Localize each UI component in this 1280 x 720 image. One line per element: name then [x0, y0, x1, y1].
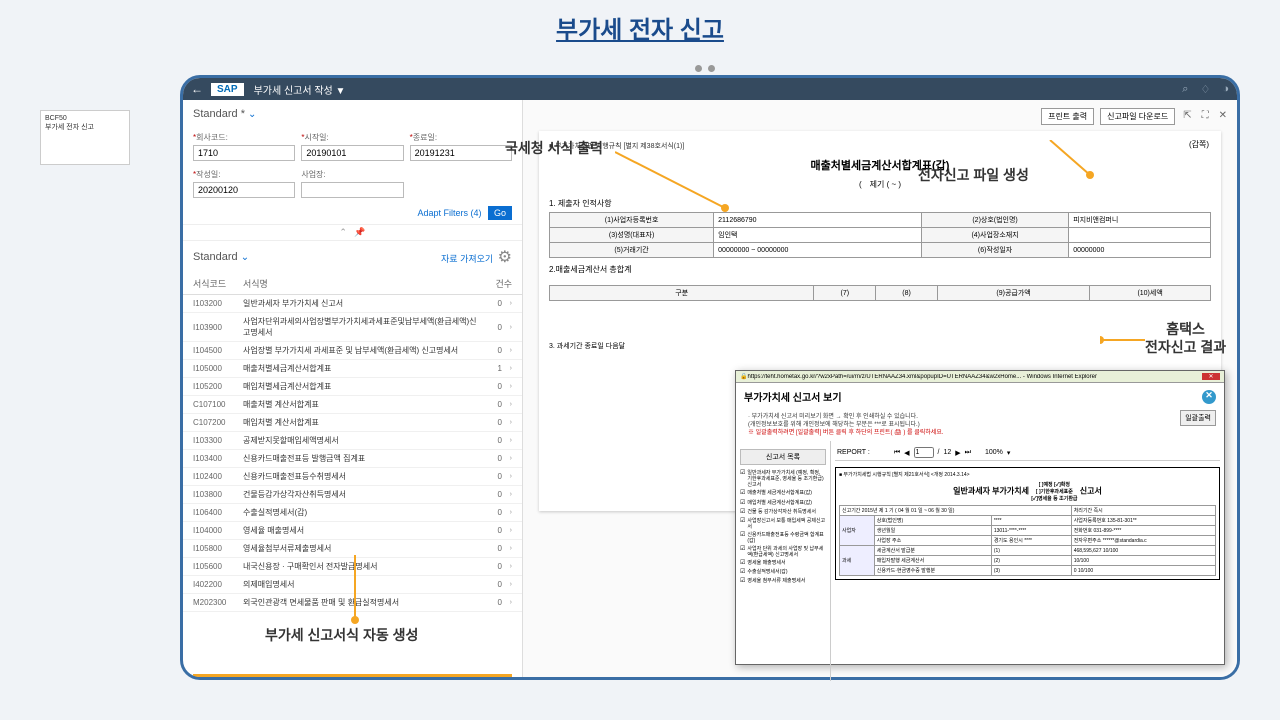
table-row[interactable]: I103800건물등감가상각자산취득명세서0›	[183, 486, 522, 504]
table-row[interactable]: I103900사업자단위과세의사업장별부가가치세과세표준및납부세액(환급세액)신…	[183, 313, 522, 342]
biz-label: 사업장:	[301, 169, 403, 180]
popup-close-icon[interactable]: ✕	[1202, 390, 1216, 404]
checklist-item[interactable]: ☑매입처별 세금계산서합계표(갑)	[740, 499, 826, 508]
gear-icon[interactable]: ⚙	[498, 249, 512, 266]
search-icon[interactable]: ⌕	[1182, 83, 1188, 96]
next-page-icon[interactable]: ▶	[955, 449, 960, 457]
sec1: 1. 제출자 인적사항	[549, 198, 1211, 209]
company-label: 회사코드:	[196, 133, 228, 142]
table-row[interactable]: I103300공제받지못할매입세액명세서0›	[183, 432, 522, 450]
callout-autogen: 부가세 신고서식 자동 생성	[265, 625, 418, 645]
frame-dots	[695, 65, 715, 72]
table-row[interactable]: I105600내국신용장 · 구매확인서 전자발급명세서0›	[183, 558, 522, 576]
last-page-icon[interactable]: ⏭	[965, 449, 971, 457]
table-row[interactable]: M202300외국인관광객 면세물품 판매 및 환급실적명세서0›	[183, 594, 522, 612]
table-row[interactable]: I103200일반과세자 부가가치세 신고서0›	[183, 295, 522, 313]
user-icon[interactable]: ◑	[1222, 83, 1229, 96]
table-row[interactable]: C107200매입처별 계산서합계표0›	[183, 414, 522, 432]
addr-bar: 🔒 https://teht.hometax.go.kr/?w2xPath=/u…	[736, 371, 1224, 383]
page-title: 부가세 전자 신고	[0, 0, 1280, 55]
hometax-popup: 🔒 https://teht.hometax.go.kr/?w2xPath=/u…	[735, 370, 1225, 665]
table-row[interactable]: I402200의제매입명세서0›	[183, 576, 522, 594]
doc-badge: (갑쪽)	[1189, 139, 1209, 150]
download-button[interactable]: 신고파일 다운로드	[1100, 108, 1175, 125]
start-input[interactable]	[301, 145, 403, 161]
checklist-item[interactable]: ☑영세율 매출명세서	[740, 559, 826, 568]
checklist-item[interactable]: ☑건물 등 감가상각자산 취득명세서	[740, 508, 826, 517]
highlight-bar	[193, 674, 512, 677]
thumbnail: BCF50 부가세 전자 신고	[40, 110, 130, 165]
doc-rule: ■ 부가가치세법 시행규칙 [별지 제38호서식(1)]	[549, 141, 1211, 151]
first-page-icon[interactable]: ⏮	[894, 449, 900, 457]
ht-notice1: · 부가가치세 신고서 미리보기 화면 → 확인 후 인쇄하실 수 있습니다.	[748, 414, 944, 422]
list-variant[interactable]: Standard ⌄	[193, 251, 249, 263]
variant-standard[interactable]: Standard * ⌄	[183, 100, 522, 128]
export-icon[interactable]: ⇱	[1181, 108, 1193, 125]
tax-form: ■ 부가가치세법 시행규칙 [별지 제21호서식] <개정 2014.3.14>…	[835, 467, 1220, 580]
topbar: ← SAP 부가세 신고서 작성 ▼ ⌕ ♢ ◑	[183, 78, 1237, 100]
start-label: 시작일:	[304, 133, 328, 142]
thumb-code: BCF50	[45, 115, 125, 122]
ht-warning: ※ 일괄출력하려면 [일괄출력] 버튼 클릭 후 하단의 프린트( 🖨 ) 를 …	[748, 430, 944, 438]
collapse-bar[interactable]: ⌃ 📌	[183, 224, 522, 241]
doc-title: 매출처별세금계산서합계표(갑)	[549, 157, 1211, 173]
go-button[interactable]: Go	[488, 206, 512, 220]
table-row[interactable]: I104500사업장별 부가가치세 과세표준 및 납부세액(환급세액) 신고명세…	[183, 342, 522, 360]
end-input[interactable]	[410, 145, 512, 161]
close-icon[interactable]: ✕	[1217, 108, 1229, 125]
checklist-item[interactable]: ☑매출처별 세금계산서합계표(갑)	[740, 489, 826, 498]
checklist-item[interactable]: ☑수출실적명세서(갑)	[740, 568, 826, 577]
table-row[interactable]: I105800영세율첨부서류제출명세서0›	[183, 540, 522, 558]
filter-panel: Standard * ⌄ *회사코드: *시작일: *종료일: *작성일	[183, 100, 523, 677]
batch-print-button[interactable]: 일괄출력	[1180, 410, 1216, 426]
created-label: 작성일:	[196, 170, 220, 179]
table-row[interactable]: I102400신용카드매출전표등수취명세서0›	[183, 468, 522, 486]
back-icon[interactable]: ←	[191, 82, 203, 96]
ht-sidebar: 신고서 목록 ☑일반과세자 부가가치세 (예정, 확정, 기한후과세표준, 영세…	[736, 441, 831, 681]
doc-sub: ( 제기 ( ~ )	[549, 179, 1211, 190]
sec3: 3. 과세기간 종료일 다음달	[549, 341, 1211, 351]
th-count: 건수	[482, 277, 512, 290]
end-label: 종료일:	[413, 133, 437, 142]
checklist-item[interactable]: ☑일반과세자 부가가치세 (예정, 확정, 기한후과세표준, 영세율 등 조기환…	[740, 469, 826, 489]
thumb-title: 부가세 전자 신고	[45, 122, 125, 132]
callout-print: 국세청 서식 출력	[505, 138, 603, 158]
table-row[interactable]: I106400수출실적명세서(갑)0›	[183, 504, 522, 522]
fullscreen-icon[interactable]: ⛶	[1200, 108, 1211, 125]
zoom-dropdown-icon[interactable]: ▾	[1007, 449, 1011, 457]
created-input[interactable]	[193, 182, 295, 198]
th-code: 서식코드	[193, 277, 243, 290]
table-row[interactable]: I105200매입처별세금계산서합계표0›	[183, 378, 522, 396]
prev-page-icon[interactable]: ◀	[904, 449, 909, 457]
table-row[interactable]: I103400신용카드매출전표등 발행금액 집계표0›	[183, 450, 522, 468]
sec2: 2.매출세금계산서 총합계	[549, 264, 1211, 275]
report-label: REPORT :	[837, 449, 870, 456]
table-row[interactable]: C107100매출처별 계산서합계표0›	[183, 396, 522, 414]
ht-title: 부가가치세 신고서 보기	[744, 389, 842, 404]
table-row[interactable]: I105000매출처별세금계산서합계표1›	[183, 360, 522, 378]
fetch-data-link[interactable]: 자료 가져오기	[441, 254, 493, 264]
window-close-icon[interactable]: ✕	[1202, 373, 1220, 380]
adapt-filters-link[interactable]: Adapt Filters (4)	[417, 208, 481, 218]
page-input[interactable]	[914, 447, 934, 458]
sap-logo: SAP	[211, 83, 244, 96]
checklist-item[interactable]: ☑신용카드매출전표등 수령금액 합계표(갑)	[740, 531, 826, 545]
checklist-item[interactable]: ☑영세율 첨부서류 제출명세서	[740, 577, 826, 586]
company-input[interactable]	[193, 145, 295, 161]
th-name: 서식명	[243, 277, 482, 290]
ht-notice2: (개인정보보호를 위해 개인정보에 해당하는 부분은 ***로 표시됩니다.)	[748, 422, 944, 430]
topbar-title[interactable]: 부가세 신고서 작성 ▼	[254, 82, 346, 97]
callout-file: 전자신고 파일 생성	[918, 165, 1029, 185]
ht-list-title: 신고서 목록	[740, 449, 826, 465]
biz-input[interactable]	[301, 182, 403, 198]
checklist-item[interactable]: ☑사업장신고서 보통 매입세액 공제신고서	[740, 517, 826, 531]
bell-icon[interactable]: ♢	[1200, 83, 1210, 96]
checklist-item[interactable]: ☑사업자 단위 과세의 사업장 및 납부세액(환급세액) 신고명세서	[740, 545, 826, 559]
table-row[interactable]: I104000영세율 매출명세서0›	[183, 522, 522, 540]
callout-hometax: 홈택스전자신고 결과	[1145, 320, 1226, 356]
print-button[interactable]: 프린트 출력	[1041, 108, 1094, 125]
